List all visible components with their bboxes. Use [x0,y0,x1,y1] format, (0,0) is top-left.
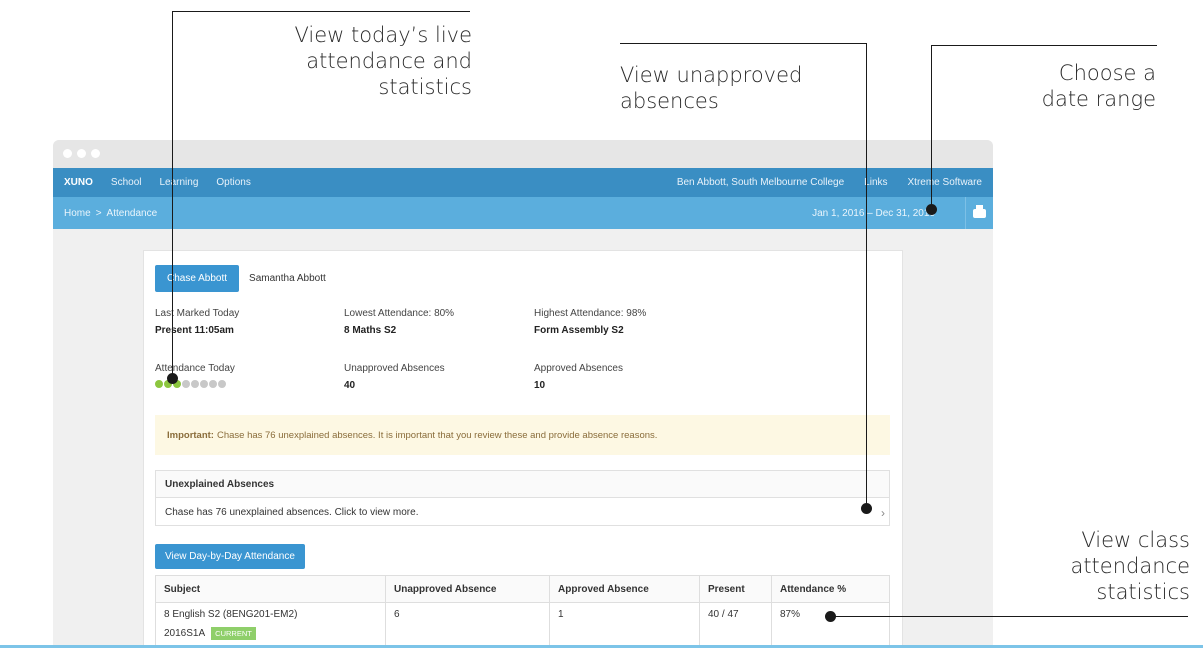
unexplained-absences-text: Chase has 76 unexplained absences. Click… [165,506,419,518]
nav-user[interactable]: Ben Abbott, South Melbourne College [677,177,844,188]
leader-line-date-h [931,45,1157,46]
unexplained-absences-link[interactable]: Chase has 76 unexplained absences. Click… [156,498,889,526]
leader-dot-unapproved [861,503,872,514]
window-minimize-icon[interactable] [77,149,86,158]
brand-logo[interactable]: XUNO [64,177,93,188]
nav-learning[interactable]: Learning [159,177,198,188]
stat-lowest-attendance: Lowest Attendance: 80% 8 Maths S2 [344,308,455,336]
window-close-icon[interactable] [63,149,72,158]
callout-live-attendance: View today’s live attendance and statist… [294,23,472,99]
top-navigation: XUNO School Learning Options Ben Abbott,… [53,168,993,197]
column-subject[interactable]: Subject [155,575,386,603]
breadcrumb-home[interactable]: Home [64,208,91,219]
chevron-right-icon: › [881,506,885,520]
stat-last-marked: Last Marked Today Present 11:05am [155,308,240,336]
stat-highest-attendance: Highest Attendance: 98% Form Assembly S2 [534,308,647,336]
leader-dot-class [825,611,836,622]
leader-line-live-v [172,11,173,377]
cell-subject: 8 English S2 (8ENG201-EM2) 2016S1A CURREN… [155,602,386,648]
nav-school[interactable]: School [111,177,142,188]
breadcrumb-bar: Home > Attendance Jan 1, 2016 – Dec 31, … [53,197,993,229]
browser-window: XUNO School Learning Options Ben Abbott,… [53,140,993,648]
print-button[interactable] [965,197,993,229]
date-range-picker[interactable]: Jan 1, 2016 – Dec 31, 2016 [812,208,935,219]
attendance-card: Chase Abbott Samantha Abbott Last Marked… [143,250,903,648]
stat-unapproved-absences: Unapproved Absences 40 [344,363,445,391]
alert-text: Chase has 76 unexplained absences. It is… [216,429,658,441]
cell-attendance-percent: 87% [771,602,890,648]
leader-dot-date [926,204,937,215]
alert-strong: Important: [167,429,214,441]
unexplained-absences-panel: Unexplained Absences Chase has 76 unexpl… [155,470,890,526]
leader-line-unapproved-h [620,43,867,44]
column-attendance-percent[interactable]: Attendance % [771,575,890,603]
stat-approved-absences: Approved Absences 10 [534,363,623,391]
printer-icon [973,204,986,218]
nav-links[interactable]: Links [864,177,887,188]
column-unapproved[interactable]: Unapproved Absence [385,575,550,603]
callout-class-statistics: View class attendance statistics [1070,528,1190,604]
top-navigation-right: Ben Abbott, South Melbourne College Link… [657,177,982,188]
leader-line-date-v [931,45,932,208]
attendance-dot-present [155,380,163,388]
leader-line-unapproved-v [866,43,867,509]
subject-code: 2016S1A CURRENT [164,627,377,640]
nav-options[interactable]: Options [216,177,250,188]
column-approved[interactable]: Approved Absence [549,575,700,603]
attendance-dot-empty [209,380,217,388]
window-maximize-icon[interactable] [91,149,100,158]
table-row[interactable]: 8 English S2 (8ENG201-EM2) 2016S1A CURREN… [155,602,890,648]
attendance-dot-empty [191,380,199,388]
breadcrumb-attendance: Attendance [106,207,158,219]
breadcrumb-separator: > [95,207,102,219]
tab-samantha-abbott[interactable]: Samantha Abbott [249,273,326,284]
callout-date-range: Choose a date range [1041,61,1156,111]
student-tabs: Chase Abbott Samantha Abbott [155,265,326,292]
leader-dot-live [167,373,178,384]
table-header-row: Subject Unapproved Absence Approved Abse… [155,575,890,603]
leader-line-class-h [830,616,1188,617]
attendance-dot-empty [218,380,226,388]
attendance-dot-empty [182,380,190,388]
leader-line-live-h [172,11,470,12]
window-titlebar [53,140,993,168]
important-alert: Important: Chase has 76 unexplained abse… [155,415,890,455]
attendance-dot-empty [200,380,208,388]
nav-xtreme-software[interactable]: Xtreme Software [908,177,982,188]
current-badge: CURRENT [211,627,256,640]
class-attendance-table: Subject Unapproved Absence Approved Abse… [155,575,890,648]
unexplained-absences-title: Unexplained Absences [156,471,889,498]
day-by-day-attendance-button[interactable]: View Day-by-Day Attendance [155,544,305,569]
tab-chase-abbott[interactable]: Chase Abbott [155,265,240,292]
cell-approved: 1 [549,602,700,648]
cell-present: 40 / 47 [699,602,772,648]
column-present[interactable]: Present [699,575,772,603]
cell-unapproved: 6 [385,602,550,648]
subject-name: 8 English S2 (8ENG201-EM2) [164,609,298,620]
callout-unapproved-absences: View unapproved absences [620,63,803,113]
